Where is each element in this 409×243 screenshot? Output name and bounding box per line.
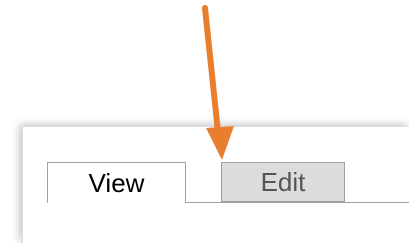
arrow-shaft <box>202 5 221 135</box>
annotation-arrow-icon <box>202 5 234 160</box>
arrow-head <box>206 126 234 160</box>
